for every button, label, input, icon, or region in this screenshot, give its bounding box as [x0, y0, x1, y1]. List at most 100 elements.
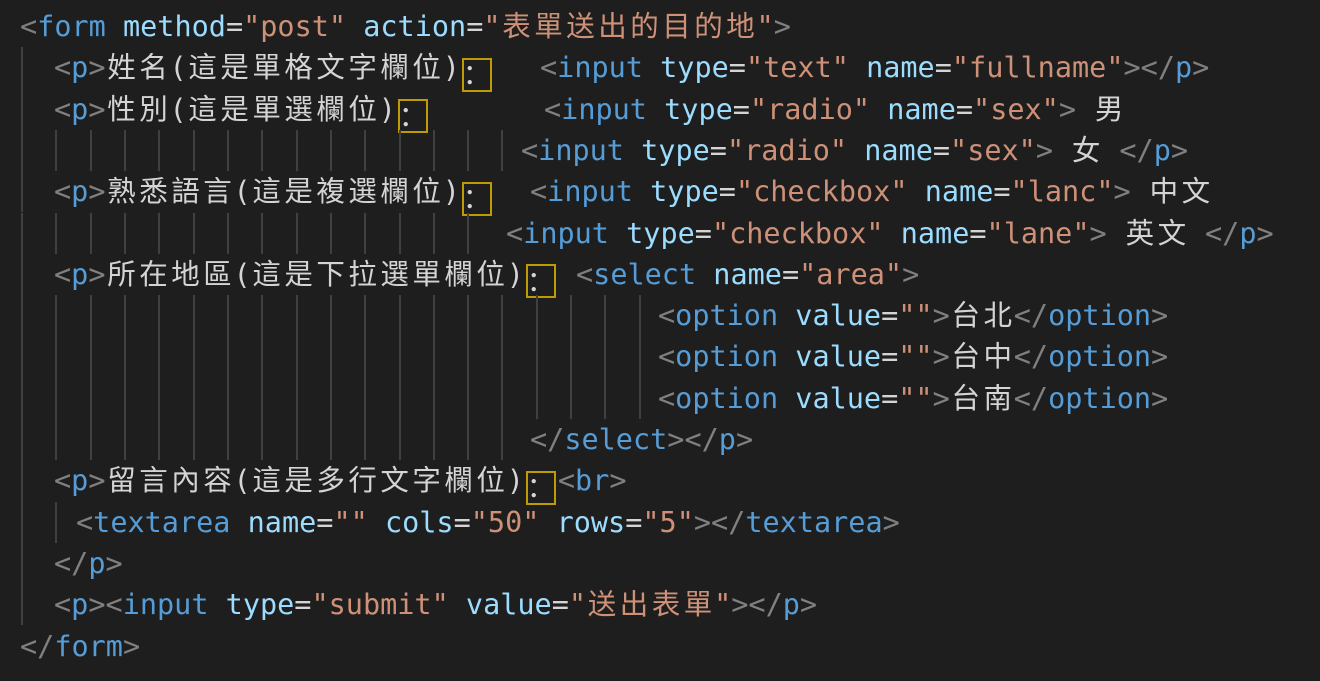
code-segment: <p>所在地區(這是下拉選單欄位)： [54, 254, 558, 299]
code-token-punctuation: < [54, 51, 71, 84]
code-token-text [208, 588, 225, 621]
code-text: " [569, 588, 586, 621]
code-token-text [778, 340, 795, 373]
cjk-character: 容 [202, 460, 234, 501]
code-token-punctuation: > [88, 175, 105, 208]
code-line[interactable]: <p>熟悉語言(這是複選欄位)：<input type="checkbox" n… [0, 171, 1320, 212]
code-line[interactable]: <p><input type="submit" value="送出表單"></p… [0, 584, 1320, 625]
code-token-punctuation: < [544, 93, 561, 126]
indent-guide-line [124, 130, 126, 171]
indent-guide-line [55, 336, 57, 377]
code-line[interactable]: <textarea name="" cols="50" rows="5"></t… [0, 502, 1320, 543]
code-token-punctuation: > [667, 423, 684, 456]
code-segment: <p><input type="submit" value="送出表單"></p… [54, 584, 817, 625]
code-line[interactable]: <p>性別(這是單選欄位)：<input type="radio" name="… [0, 89, 1320, 130]
code-line[interactable]: <input type="checkbox" name="lane"> 英文 <… [0, 213, 1320, 254]
code-token-punctuation: < [658, 299, 675, 332]
code-token-text [696, 258, 713, 291]
indent-guide-line [639, 295, 641, 336]
indent-guide-line [158, 378, 160, 419]
indent-guide-line [433, 419, 435, 460]
indent-guide-line [364, 336, 366, 377]
code-line[interactable]: <p>姓名(這是單格文字欄位)：<input type="text" name=… [0, 47, 1320, 88]
code-line[interactable]: <form method="post" action="表單送出的目的地"> [0, 6, 1320, 47]
code-token-tag: option [1048, 382, 1151, 415]
code-token-punctuation: </ [748, 588, 782, 621]
code-segment: </form> [20, 626, 140, 667]
code-token-string: "checkbox" [736, 175, 908, 208]
code-token-attribute: name [866, 51, 935, 84]
cjk-character: 地 [725, 6, 757, 47]
code-line[interactable]: <option value="">台南</option> [0, 378, 1320, 419]
cjk-character: 單 [251, 89, 283, 130]
code-text: ) [379, 93, 396, 126]
code-text [230, 506, 247, 539]
code-token-text: 英文 [1107, 217, 1205, 250]
indent-guide-line [467, 213, 469, 254]
cjk-character: 拉 [347, 254, 379, 295]
code-token-text [106, 10, 123, 43]
indent-guide-line [55, 213, 57, 254]
indent-guide-line [21, 419, 23, 460]
indent-guide-line [90, 213, 92, 254]
code-token-tag: p [1154, 134, 1171, 167]
code-line[interactable]: <p>所在地區(這是下拉選單欄位)：<select name="area"> [0, 254, 1320, 295]
cjk-character: 是 [283, 171, 315, 212]
code-line[interactable]: </select></p> [0, 419, 1320, 460]
code-token-equals: = [881, 382, 898, 415]
indent-guide-line [21, 89, 23, 130]
indent-guide-line [467, 295, 469, 336]
code-token-tag: option [1048, 340, 1151, 373]
code-token-punctuation: > [1059, 93, 1076, 126]
code-token-string: "送出表單" [569, 588, 731, 621]
indent-guide-line [193, 213, 195, 254]
code-token-punctuation: > [933, 340, 950, 373]
unicode-highlight-box: ： [462, 182, 492, 216]
code-token-punctuation: > [123, 630, 140, 663]
code-token-tag: form [54, 630, 123, 663]
code-token-tag: option [675, 299, 778, 332]
indent-guide-line [261, 295, 263, 336]
code-text: "sex" [973, 93, 1059, 126]
code-line[interactable]: <input type="radio" name="sex"> 女 </p> [0, 130, 1320, 171]
code-line[interactable]: </p> [0, 543, 1320, 584]
code-text: "lanc" [1011, 175, 1114, 208]
indent-guide-line [227, 295, 229, 336]
code-line[interactable]: <option value="">台北</option> [0, 295, 1320, 336]
code-line[interactable]: <p>留言內容(這是多行文字欄位)：<br> [0, 460, 1320, 501]
code-line[interactable]: <option value="">台中</option> [0, 336, 1320, 377]
code-segment: <p>熟悉語言(這是複選欄位)： [54, 171, 494, 216]
code-token-text [908, 175, 925, 208]
cjk-character: 是 [283, 254, 315, 295]
indent-guide-line [261, 130, 263, 171]
code-text [539, 506, 556, 539]
cjk-character: 區 [202, 254, 234, 295]
code-token-equals: = [316, 506, 333, 539]
code-editor[interactable]: <form method="post" action="表單送出的目的地"><p… [0, 0, 1320, 681]
code-text [884, 217, 901, 250]
cjk-character: 出 [597, 6, 629, 47]
code-token-tag: select [564, 423, 667, 456]
code-token-tag: input [557, 51, 643, 84]
code-token-punctuation: < [658, 340, 675, 373]
code-token-equals: = [695, 217, 712, 250]
indent-guide-line [570, 378, 572, 419]
code-token-string: "radio" [750, 93, 870, 126]
indent-guide-line [21, 47, 23, 88]
code-text [633, 175, 650, 208]
indent-guide-line [536, 295, 538, 336]
code-line[interactable]: </form> [0, 626, 1320, 667]
code-token-punctuation: > [902, 258, 919, 291]
indent-guide-line [399, 419, 401, 460]
code-token-attribute: type [626, 217, 695, 250]
indent-guide-line [433, 378, 435, 419]
code-text [1076, 93, 1093, 126]
code-token-equals: = [729, 51, 746, 84]
cjk-character: 女 [1070, 130, 1102, 171]
code-token-equals: = [466, 10, 483, 43]
code-token-punctuation: > [88, 588, 105, 621]
code-token-string: "" [333, 506, 367, 539]
code-segment: <p>留言內容(這是多行文字欄位)：<br> [54, 460, 627, 505]
indent-guide-line [399, 213, 401, 254]
code-token-text: 性別(這是單選欄位) [106, 93, 396, 126]
